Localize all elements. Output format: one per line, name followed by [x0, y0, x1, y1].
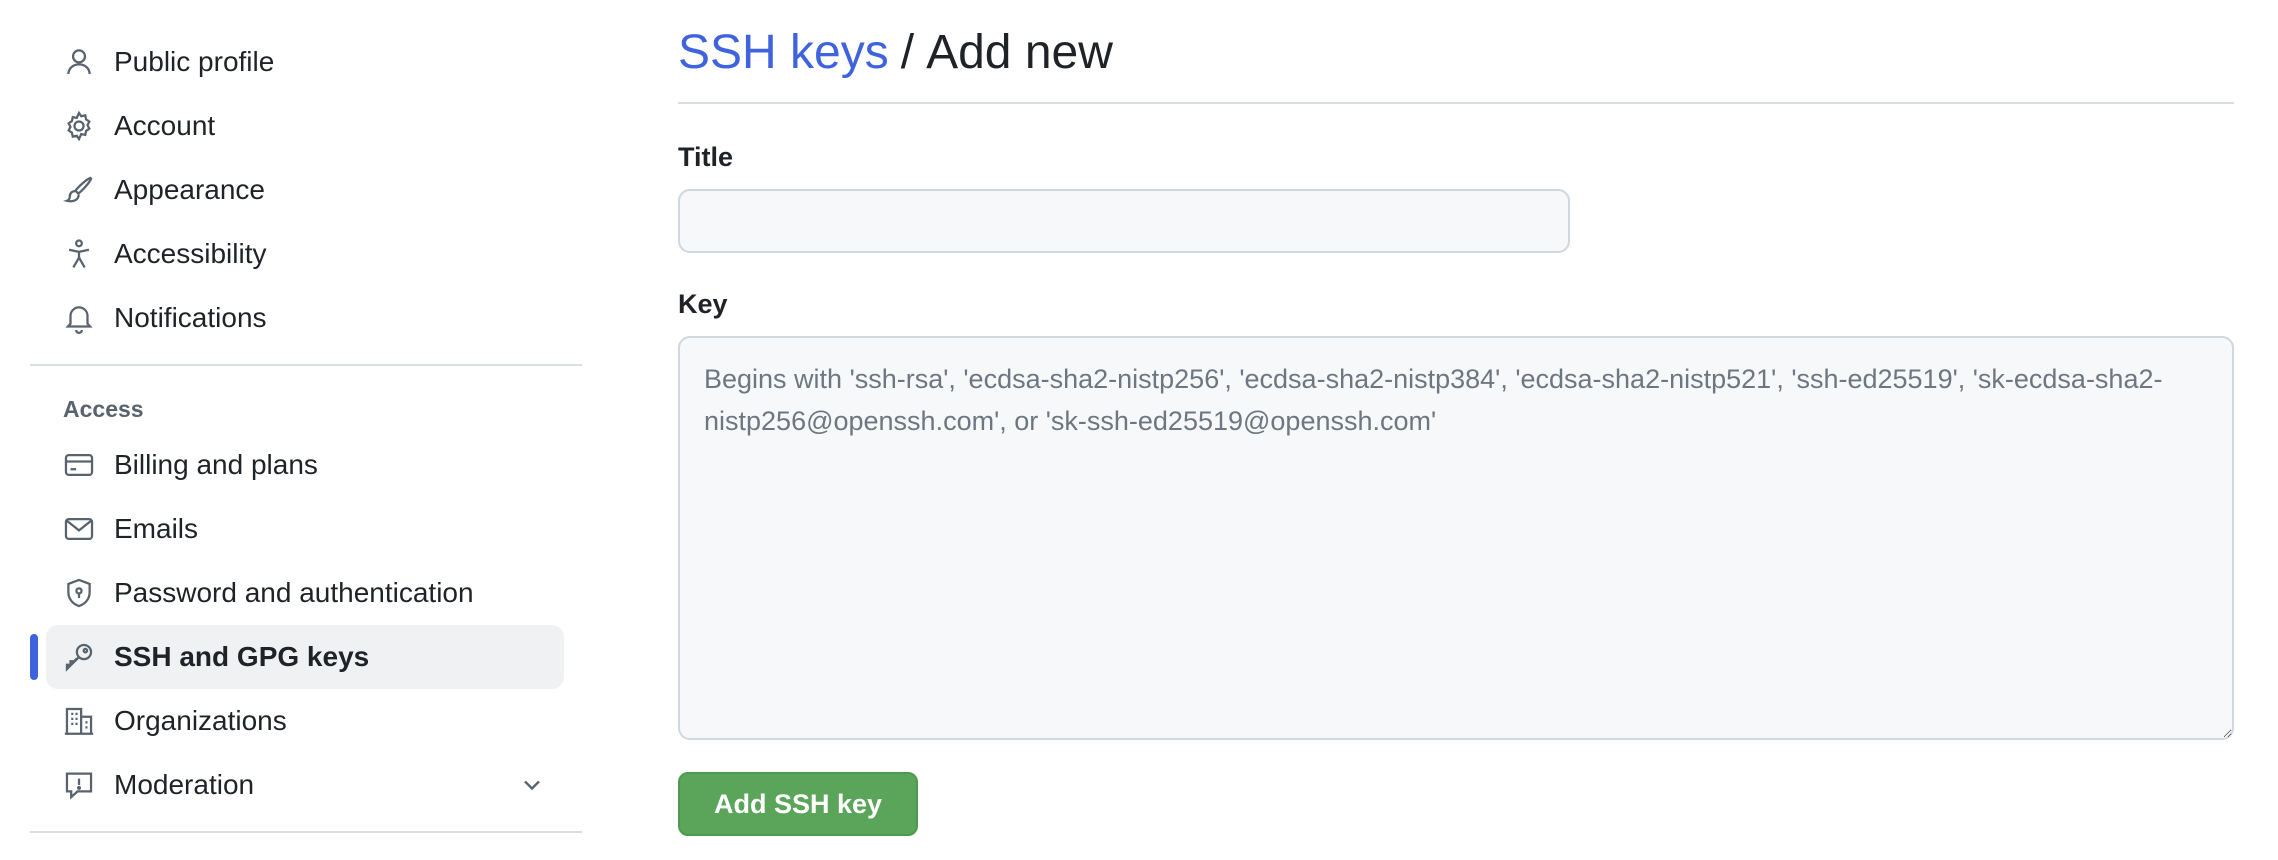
sidebar-item-notifications[interactable]: Notifications [46, 286, 564, 350]
sidebar-item-label: Moderation [114, 769, 255, 800]
key-label: Key [678, 289, 728, 319]
sidebar-item-label: Appearance [114, 174, 266, 205]
page-title: SSH keys / Add new [678, 0, 2234, 104]
add-ssh-key-form: Title Key Add SSH key [678, 142, 2234, 836]
sidebar-item-label: Notifications [114, 302, 267, 333]
sidebar-item-billing[interactable]: Billing and plans [46, 433, 564, 497]
settings-page: Public profile Account Appearance Access… [0, 0, 2278, 860]
bell-icon [62, 301, 96, 335]
sidebar-item-label: Accessibility [114, 238, 267, 269]
main-content: SSH keys / Add new Title Key Add SSH key [678, 0, 2234, 836]
breadcrumb-ssh-keys-link[interactable]: SSH keys [678, 25, 889, 80]
settings-sidebar: Public profile Account Appearance Access… [30, 0, 582, 833]
sidebar-divider [30, 364, 582, 366]
person-icon [62, 45, 96, 79]
sidebar-item-moderation[interactable]: Moderation [46, 753, 564, 817]
key-icon [62, 640, 96, 674]
breadcrumb-separator: / [900, 26, 915, 79]
sidebar-item-accessibility[interactable]: Accessibility [46, 222, 564, 286]
title-label: Title [678, 142, 734, 172]
sidebar-item-label: Emails [114, 513, 199, 544]
sidebar-divider-bottom [30, 831, 582, 833]
sidebar-item-emails[interactable]: Emails [46, 497, 564, 561]
sidebar-item-label: Public profile [114, 46, 275, 77]
sidebar-item-label: Account [114, 110, 216, 141]
sidebar-item-label: Password and authentication [114, 577, 474, 608]
sidebar-group-personal: Public profile Account Appearance Access… [30, 0, 582, 350]
report-icon [62, 768, 96, 802]
organization-icon [62, 704, 96, 738]
sidebar-item-label: SSH and GPG keys [114, 641, 370, 672]
sidebar-item-public-profile[interactable]: Public profile [46, 30, 564, 94]
sidebar-item-appearance[interactable]: Appearance [46, 158, 564, 222]
sidebar-item-label: Organizations [114, 705, 287, 736]
sidebar-item-ssh-gpg-keys[interactable]: SSH and GPG keys [30, 625, 564, 689]
sidebar-item-label: Billing and plans [114, 449, 318, 480]
key-textarea[interactable] [678, 336, 2234, 740]
add-ssh-key-button[interactable]: Add SSH key [678, 772, 919, 836]
credit-card-icon [62, 448, 96, 482]
page-title-text: Add new [926, 26, 1113, 79]
gear-icon [62, 109, 96, 143]
paintbrush-icon [62, 173, 96, 207]
sidebar-item-organizations[interactable]: Organizations [46, 689, 564, 753]
accessibility-icon [62, 237, 96, 271]
mail-icon [62, 512, 96, 546]
shield-lock-icon [62, 576, 96, 610]
sidebar-heading-access: Access [63, 396, 144, 422]
sidebar-item-account[interactable]: Account [46, 94, 564, 158]
sidebar-group-access: Billing and plans Emails Password and au… [30, 433, 582, 817]
chevron-down-icon[interactable] [518, 771, 546, 799]
title-input[interactable] [678, 189, 1570, 253]
sidebar-item-password-authentication[interactable]: Password and authentication [46, 561, 564, 625]
